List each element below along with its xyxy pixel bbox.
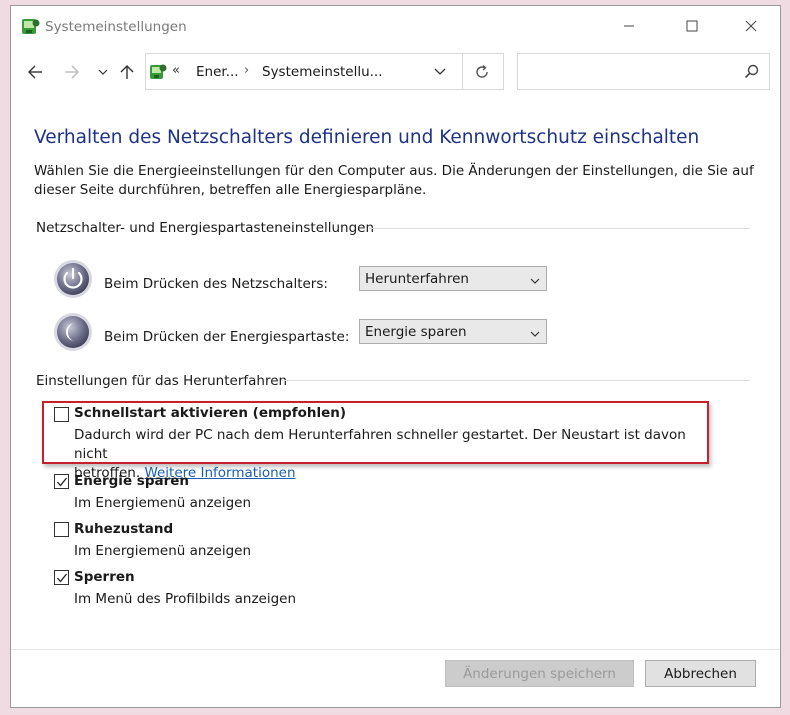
minimize-button[interactable]: [606, 6, 652, 46]
check-icon: [57, 573, 68, 583]
power-button-action-select[interactable]: Herunterfahren: [359, 266, 547, 291]
search-icon: [743, 63, 761, 81]
page-title: Verhalten des Netzschalters definieren u…: [34, 127, 700, 148]
hibernate-menu-title: Ruhezustand: [74, 521, 174, 537]
settings-window: Systemeinstellungen « Ener... › Systemei…: [10, 5, 781, 708]
page-intro: Wählen Sie die Energieeinstellungen für …: [34, 163, 754, 198]
power-button-label: Beim Drücken des Netzschalters:: [104, 276, 328, 292]
back-button[interactable]: [24, 61, 46, 83]
sleep-menu-title: Energie sparen: [74, 473, 190, 489]
check-icon: [57, 477, 68, 487]
sleep-button-action-select[interactable]: Energie sparen: [359, 319, 547, 344]
section-divider: [369, 228, 750, 229]
maximize-button[interactable]: [669, 6, 715, 46]
sleep-button-action-value: Energie sparen: [365, 324, 467, 340]
sleep-button-label: Beim Drücken der Energiespartaste:: [104, 329, 350, 345]
control-panel-icon: [148, 62, 168, 82]
address-history-chevron-icon[interactable]: [429, 62, 451, 82]
power-button-action-value: Herunterfahren: [365, 271, 469, 287]
control-panel-icon: [21, 18, 41, 36]
sleep-menu-checkbox[interactable]: [54, 474, 69, 489]
address-divider: [462, 54, 463, 89]
lock-menu-checkbox[interactable]: [54, 570, 69, 585]
chevron-down-icon: [530, 274, 540, 284]
cancel-button[interactable]: Abbrechen: [645, 660, 756, 687]
fast-startup-checkbox[interactable]: [54, 407, 69, 422]
section-label-shutdown: Einstellungen für das Herunterfahren: [36, 373, 288, 389]
footer-divider: [11, 649, 780, 650]
refresh-icon[interactable]: [468, 60, 496, 84]
address-bar[interactable]: « Ener... › Systemeinstellu...: [145, 53, 504, 90]
sleep-menu-description: Im Energiemenü anzeigen: [74, 495, 252, 511]
forward-button[interactable]: [61, 61, 83, 83]
fast-startup-title: Schnellstart aktivieren (empfohlen): [74, 405, 347, 421]
save-changes-button[interactable]: Änderungen speichern: [445, 660, 634, 687]
lock-menu-description: Im Menü des Profilbilds anzeigen: [74, 591, 297, 607]
close-button[interactable]: [728, 6, 774, 46]
recent-locations-chevron-icon[interactable]: [92, 61, 114, 83]
power-button-icon: [53, 259, 93, 299]
hibernate-menu-checkbox[interactable]: [54, 522, 69, 537]
breadcrumb-energy[interactable]: Ener...: [196, 64, 239, 80]
fast-startup-desc-line1: Dadurch wird der PC nach dem Herunterfah…: [74, 427, 686, 462]
title-bar: Systemeinstellungen: [11, 6, 780, 46]
breadcrumb-separator[interactable]: ›: [244, 63, 249, 78]
window-title: Systemeinstellungen: [45, 19, 187, 35]
navigation-bar: « Ener... › Systemeinstellu...: [11, 51, 780, 93]
search-input[interactable]: [517, 53, 770, 90]
chevron-down-icon: [530, 327, 540, 337]
hibernate-menu-description: Im Energiemenü anzeigen: [74, 543, 252, 559]
lock-menu-title: Sperren: [74, 569, 135, 585]
breadcrumb-system-settings[interactable]: Systemeinstellu...: [262, 64, 383, 80]
section-divider: [282, 380, 750, 381]
section-label-buttons: Netzschalter- und Energiespartasteneinst…: [36, 220, 375, 236]
up-button[interactable]: [116, 61, 138, 83]
sleep-button-icon: [53, 312, 93, 352]
breadcrumb-overflow[interactable]: «: [172, 63, 180, 78]
